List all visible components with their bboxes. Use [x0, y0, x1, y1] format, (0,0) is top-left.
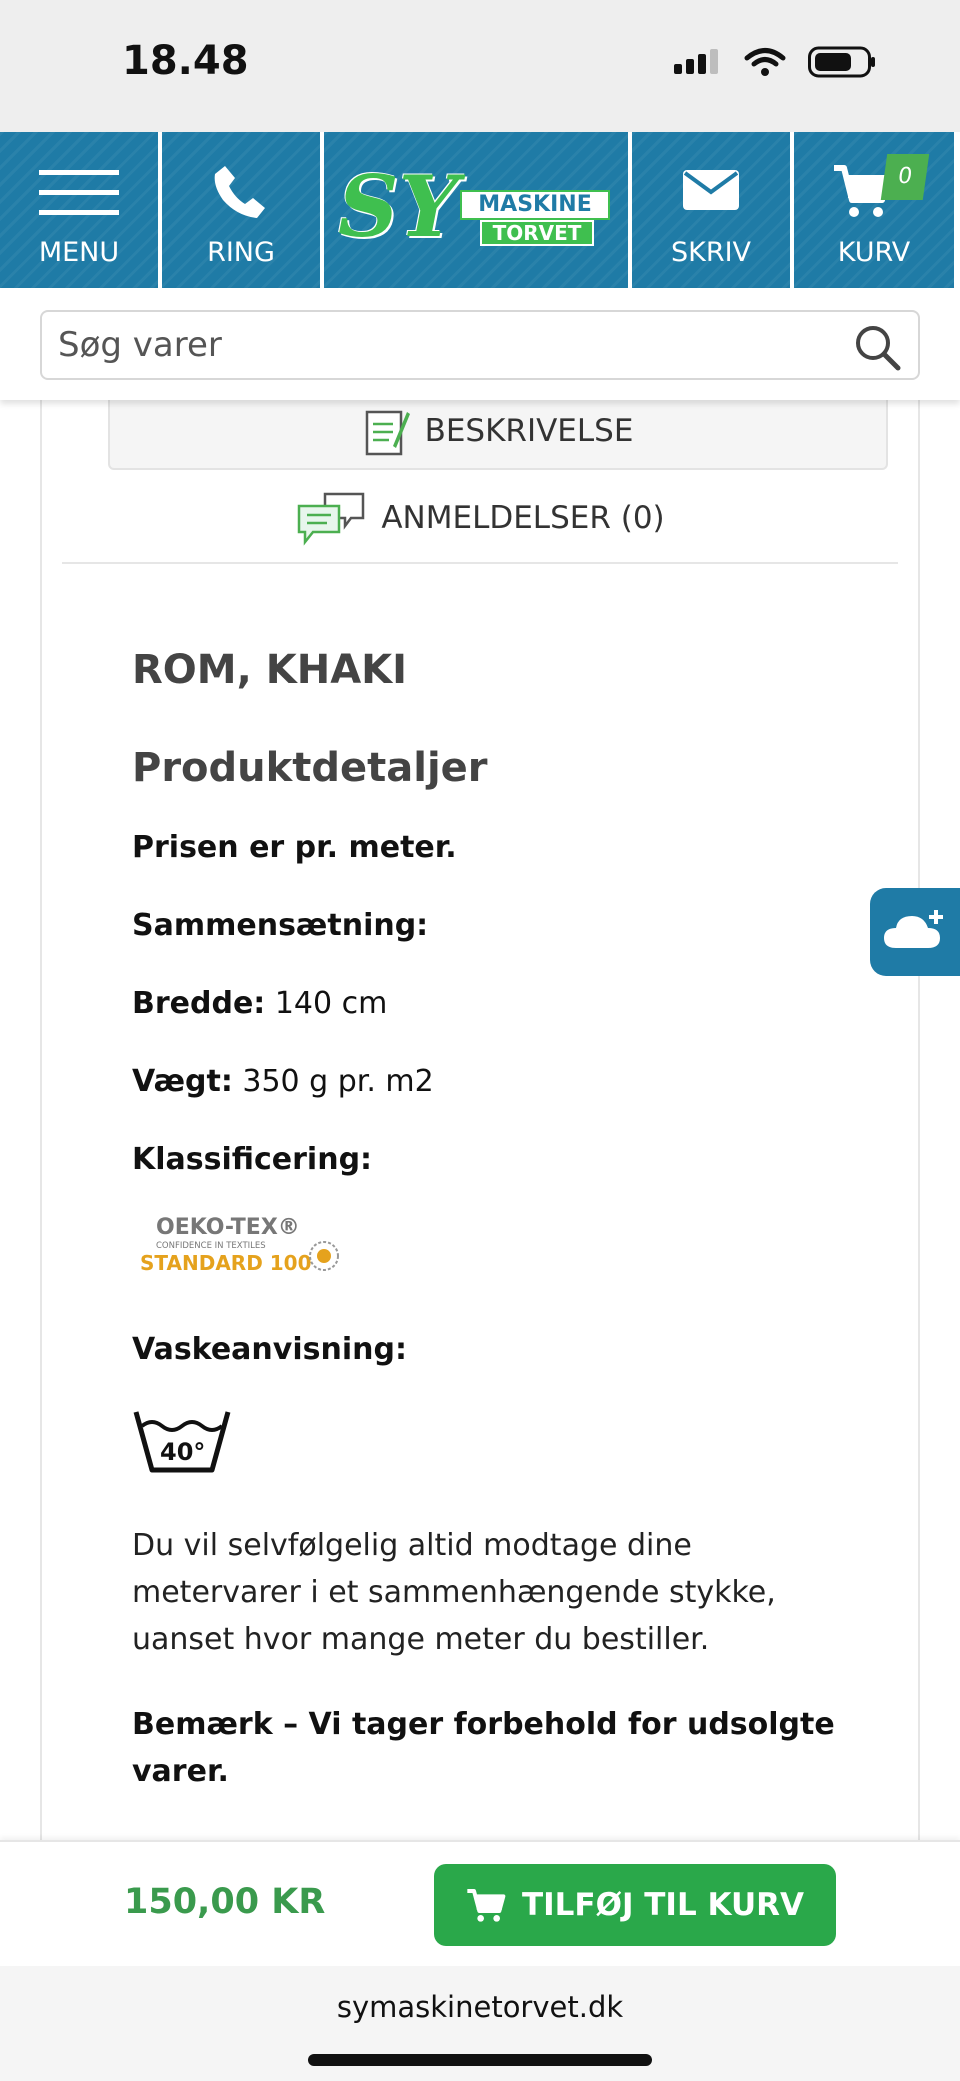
classification-row: Klassificering: — [132, 1142, 373, 1177]
cart-icon — [467, 1889, 506, 1922]
add-to-cart-button[interactable]: TILFØJ TIL KURV — [434, 1864, 836, 1946]
search-box — [40, 310, 920, 380]
wash-40-icon: 40° — [133, 1411, 231, 1473]
logo-line-2: TORVET — [480, 220, 594, 246]
svg-text:CONFIDENCE IN TEXTILES: CONFIDENCE IN TEXTILES — [156, 1241, 266, 1251]
cloud-add-button[interactable] — [870, 888, 960, 976]
wifi-icon — [744, 48, 786, 76]
divider — [62, 562, 898, 564]
kurv-label: KURV — [837, 237, 911, 268]
wash-row: Vaskeanvisning: — [132, 1332, 407, 1367]
svg-text:STANDARD 100: STANDARD 100 — [140, 1251, 312, 1275]
status-bar: 18.48 — [0, 0, 960, 132]
home-indicator — [308, 2054, 652, 2066]
logo-line-1: MASKINE — [460, 190, 610, 220]
width-row: Bredde: 140 cm — [132, 986, 388, 1021]
tab-reviews[interactable]: ANMELDELSER (0) — [42, 488, 918, 548]
weight-row: Vægt: 350 g pr. m2 — [132, 1064, 434, 1099]
search-bar — [0, 288, 960, 400]
tab-description-label: BESKRIVELSE — [424, 413, 634, 449]
phone-icon — [214, 166, 265, 218]
body-text: Du vil selvfølgelig altid modtage dine m… — [132, 1528, 776, 1657]
top-navigation: MENU RING SY MASKINE TORVET SKRIV 0 KURV — [0, 132, 960, 288]
details-heading: Produktdetaljer — [132, 745, 488, 791]
site-logo[interactable]: SY MASKINE TORVET — [324, 132, 628, 288]
tab-description[interactable]: BESKRIVELSE — [108, 396, 888, 470]
purchase-bar: 150,00 KR TILFØJ TIL KURV — [0, 1840, 960, 1966]
composition-row: Sammensætning: — [132, 908, 429, 943]
price-note: Prisen er pr. meter. — [132, 830, 457, 865]
product-title: ROM, KHAKI — [132, 647, 408, 693]
browser-url-bar[interactable]: symaskinetorvet.dk — [0, 1966, 960, 2081]
cart-count-badge: 0 — [880, 154, 930, 200]
envelope-icon — [683, 170, 739, 210]
document-icon — [365, 410, 410, 456]
add-to-cart-label: TILFØJ TIL KURV — [521, 1887, 805, 1923]
kurv-button[interactable]: 0 KURV — [794, 132, 954, 288]
product-description: ROM, KHAKI Produktdetaljer Prisen er pr.… — [132, 646, 852, 1795]
tab-reviews-label: ANMELDELSER (0) — [381, 500, 665, 536]
oeko-tex-logo: OEKO-TEX® CONFIDENCE IN TEXTILES STANDAR… — [140, 1215, 339, 1275]
menu-button[interactable]: MENU — [0, 132, 158, 288]
search-input[interactable] — [58, 320, 838, 370]
price: 150,00 KR — [124, 1882, 326, 1922]
url-text: symaskinetorvet.dk — [336, 1990, 624, 2024]
note-text: Bemærk – Vi tager forbehold for udsolgte… — [132, 1707, 835, 1789]
cloud-add-icon — [884, 910, 943, 948]
skriv-button[interactable]: SKRIV — [632, 132, 790, 288]
chat-bubbles-icon — [298, 492, 365, 546]
search-icon[interactable] — [852, 322, 902, 372]
menu-label: MENU — [38, 237, 120, 268]
logo-sy: SY — [338, 157, 459, 256]
skriv-label: SKRIV — [670, 237, 752, 268]
ring-button[interactable]: RING — [162, 132, 320, 288]
svg-text:OEKO-TEX®: OEKO-TEX® — [156, 1215, 300, 1240]
status-time: 18.48 — [122, 38, 249, 84]
status-icons — [672, 46, 876, 78]
signal-icon — [674, 49, 718, 74]
ring-label: RING — [207, 237, 275, 268]
svg-text:40°: 40° — [160, 1438, 205, 1466]
hamburger-icon — [39, 170, 119, 215]
product-info-panel: BESKRIVELSE ANMELDELSER (0) ROM, KHAKI P… — [40, 396, 920, 1840]
battery-icon — [808, 46, 875, 78]
